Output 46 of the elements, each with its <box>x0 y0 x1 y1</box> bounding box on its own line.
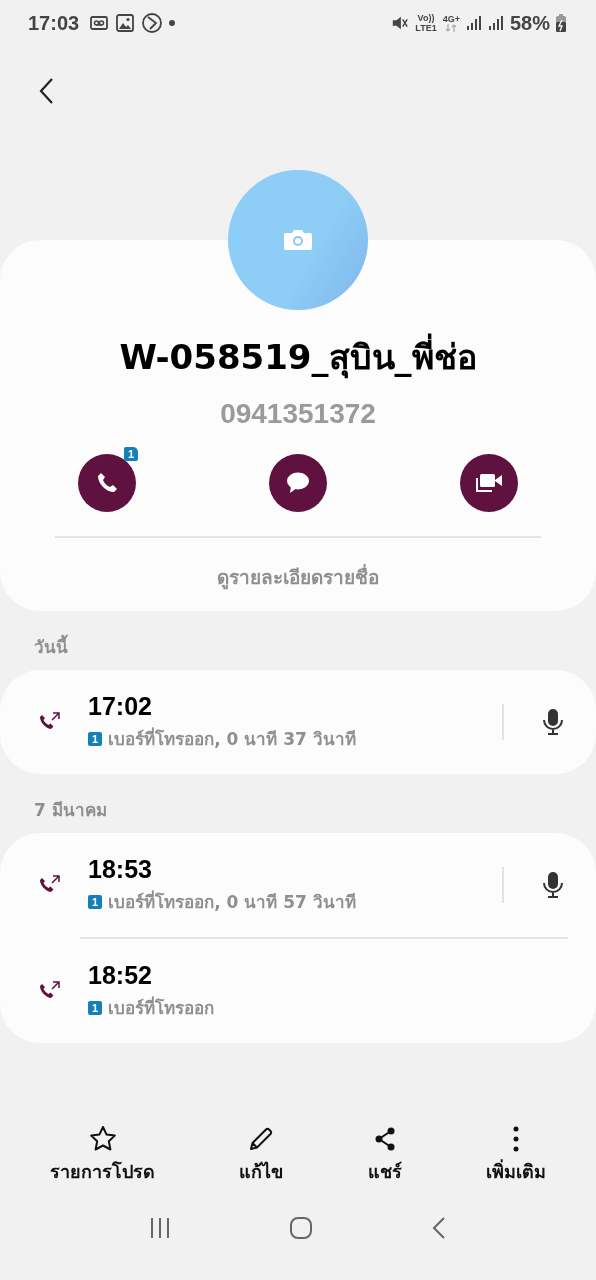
battery-charging-icon <box>556 14 566 32</box>
microphone-icon[interactable] <box>542 708 564 736</box>
edit-button[interactable]: แก้ไข <box>239 1125 284 1186</box>
phone-number: 0941351372 <box>220 398 376 430</box>
sim-badge: 1 <box>88 1000 103 1015</box>
network-label: LTE1 <box>415 23 437 33</box>
video-camera-icon <box>474 471 504 495</box>
call-description: เบอร์ที่โทรออก <box>108 995 215 1020</box>
chat-bubble-icon <box>285 471 311 495</box>
call-time: 17:02 <box>88 692 153 721</box>
more-button[interactable]: เพิ่มเติม <box>485 1125 546 1186</box>
battery-percent: 58% <box>509 11 550 35</box>
more-options-icon <box>511 1125 520 1153</box>
date-header: วันนี้ <box>0 611 596 670</box>
phone-icon <box>95 471 119 495</box>
call-time: 18:53 <box>88 855 153 884</box>
image-icon <box>115 13 136 33</box>
contact-name: W-058519_สุบิน_พี่ช่อ <box>119 330 477 384</box>
sim-badge: 1 <box>88 894 103 909</box>
microphone-icon[interactable] <box>542 871 564 899</box>
video-button[interactable] <box>460 454 518 512</box>
data-arrows-icon <box>445 24 458 32</box>
network-label: Vo)) <box>417 13 435 23</box>
call-description: เบอร์ที่โทรออก, 0 นาที 57 วินาที <box>108 889 356 914</box>
signal-icon <box>487 15 504 31</box>
voicemail-icon <box>89 13 110 33</box>
signal-icon <box>465 15 482 31</box>
mute-icon <box>391 14 410 32</box>
date-header: 7 มีนาคม <box>33 799 108 822</box>
favorite-button[interactable]: รายการโปรด <box>50 1125 156 1186</box>
home-icon[interactable] <box>289 1216 313 1240</box>
status-time: 17:03 <box>28 11 80 35</box>
dot-icon <box>169 20 176 26</box>
call-time: 18:52 <box>88 961 153 990</box>
share-button[interactable]: แชร์ <box>367 1125 402 1186</box>
sim-badge: 1 <box>123 447 138 461</box>
recent-apps-icon[interactable] <box>149 1217 171 1239</box>
data-label: 4G+ <box>442 14 460 24</box>
message-button[interactable] <box>269 454 327 512</box>
play-circle-icon <box>141 12 164 34</box>
camera-icon <box>283 229 313 251</box>
sim-badge: 1 <box>88 731 103 746</box>
back-icon[interactable] <box>38 77 54 105</box>
star-icon <box>88 1125 117 1153</box>
call-description: เบอร์ที่โทรออก, 0 นาที 37 วินาที <box>108 726 356 751</box>
back-nav-icon[interactable] <box>431 1216 447 1240</box>
